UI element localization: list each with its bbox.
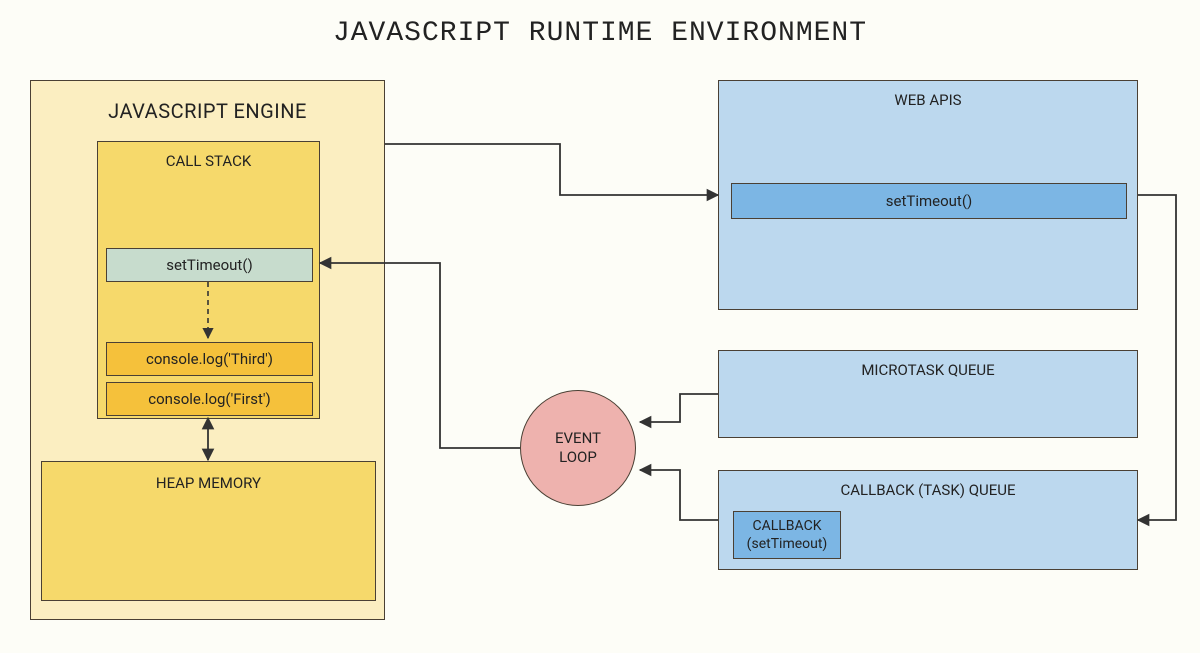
js-engine-box: JAVASCRIPT ENGINE CALL STACK setTimeout(… — [30, 80, 385, 620]
callback-queue-box: CALLBACK (TASK) QUEUE CALLBACK (setTimeo… — [718, 470, 1138, 570]
diagram-title: JAVASCRIPT RUNTIME ENVIRONMENT — [0, 18, 1200, 49]
microtask-queue-title: MICROTASK QUEUE — [719, 361, 1137, 379]
call-stack-box: CALL STACK setTimeout() console.log('Thi… — [97, 141, 320, 419]
call-stack-item-third: console.log('Third') — [106, 342, 313, 376]
arrow-callbackq-to-eventloop — [640, 470, 718, 520]
heap-memory-box: HEAP MEMORY — [41, 461, 376, 601]
arrow-engine-to-webapis — [385, 144, 718, 195]
call-stack-item-first: console.log('First') — [106, 382, 313, 416]
web-api-item-settimeout: setTimeout() — [731, 183, 1127, 219]
web-apis-box: WEB APIS setTimeout() — [718, 80, 1138, 310]
event-loop-circle: EVENT LOOP — [520, 390, 636, 506]
web-apis-title: WEB APIS — [719, 91, 1137, 109]
js-engine-title: JAVASCRIPT ENGINE — [31, 99, 384, 123]
call-stack-title: CALL STACK — [98, 152, 319, 170]
callback-queue-item: CALLBACK (setTimeout) — [733, 511, 841, 559]
heap-memory-title: HEAP MEMORY — [42, 474, 375, 492]
call-stack-item-settimeout: setTimeout() — [106, 248, 313, 282]
microtask-queue-box: MICROTASK QUEUE — [718, 350, 1138, 438]
arrow-microtask-to-eventloop — [640, 394, 718, 422]
callback-queue-title: CALLBACK (TASK) QUEUE — [719, 481, 1137, 499]
arrow-webapis-to-callbackq — [1138, 195, 1176, 520]
